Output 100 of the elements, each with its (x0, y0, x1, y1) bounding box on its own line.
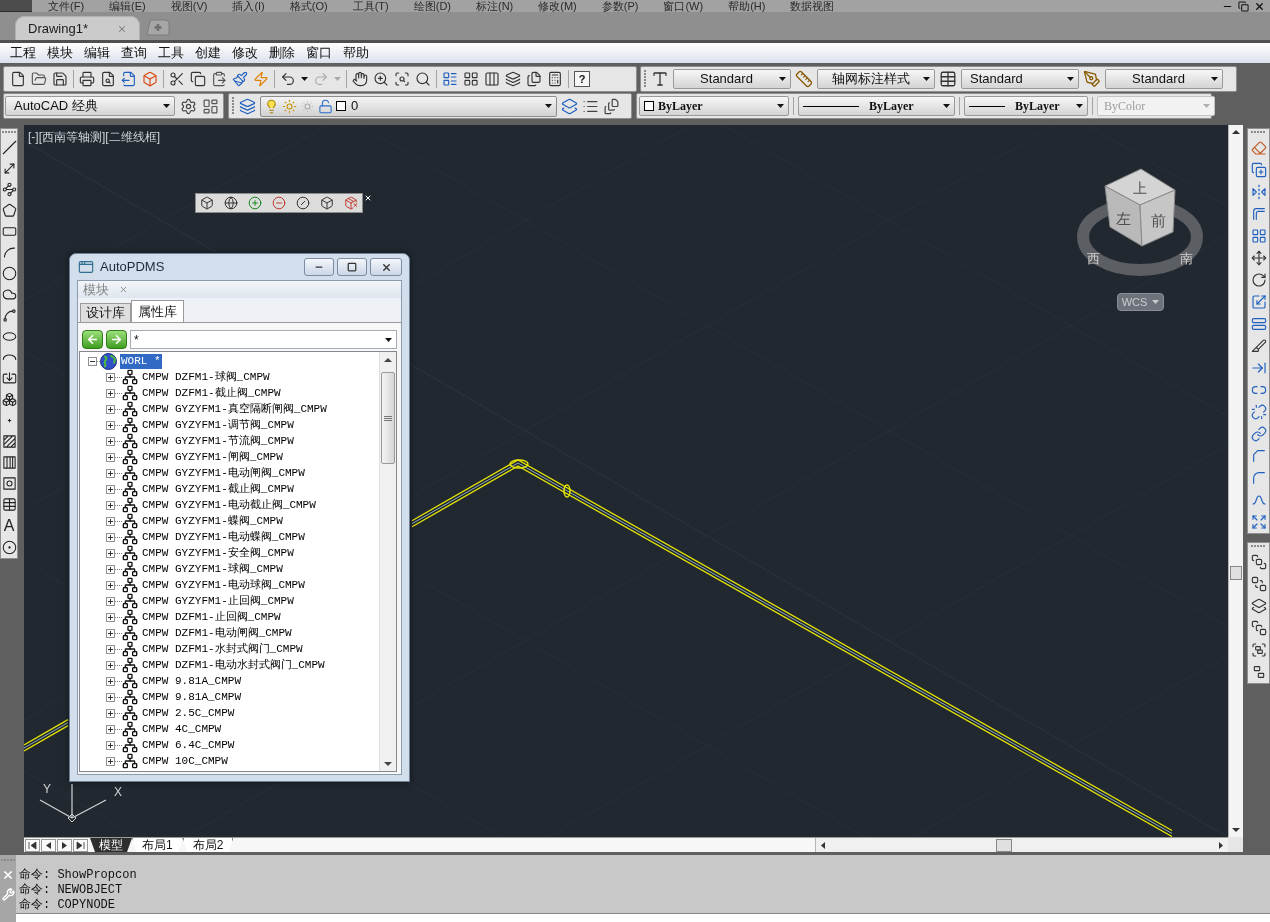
filter-dropdown[interactable]: * (130, 330, 397, 349)
tree-item[interactable]: CMPW DZFM1-截止阀_CMPW (141, 385, 282, 401)
tree-item[interactable]: CMPW DZFM1-球阀_CMPW (141, 369, 271, 385)
search-icon[interactable] (415, 71, 431, 87)
layers-icon[interactable] (1250, 598, 1267, 614)
close-icon[interactable] (1254, 0, 1265, 12)
menu-item[interactable]: 查询 (121, 45, 147, 61)
close-button[interactable] (370, 258, 402, 276)
tree-item[interactable]: CMPW GYZYFM1-闸阀_CMPW (141, 449, 284, 465)
expand-icon[interactable] (106, 372, 115, 382)
previous-layout-icon[interactable] (41, 838, 56, 852)
lineweight-dropdown[interactable]: ByLayer (964, 96, 1088, 116)
tree-item[interactable]: WORL * (120, 353, 162, 369)
collapse-icon[interactable] (88, 356, 97, 366)
cube-face-label[interactable]: 前 (1150, 211, 1166, 229)
printer-icon[interactable] (79, 71, 95, 87)
tree-item[interactable]: CMPW 9.81A_CMPW (141, 689, 243, 705)
expand-icon[interactable] (106, 756, 115, 766)
expand-icon[interactable] (106, 436, 115, 446)
menu-item[interactable]: 窗口(W) (663, 0, 704, 12)
list-layout-icon[interactable] (442, 71, 458, 87)
move-icon[interactable] (1250, 250, 1267, 266)
tree-item[interactable]: CMPW 6.4C_CMPW (141, 737, 236, 753)
grip-handle-icon[interactable] (644, 70, 647, 88)
tree-item[interactable]: CMPW 10C_CMPW (141, 753, 229, 769)
expand-icon[interactable] (106, 580, 115, 590)
cut-icon[interactable] (169, 71, 185, 87)
grid-icon[interactable] (463, 71, 479, 87)
help-button[interactable]: ? (574, 71, 590, 87)
ruler-icon[interactable] (795, 70, 813, 88)
last-layout-icon[interactable] (73, 838, 88, 852)
text-style-dropdown[interactable]: Standard (673, 69, 791, 89)
menu-item[interactable]: 数据视图 (790, 0, 835, 12)
scrollbar-thumb[interactable] (996, 838, 1012, 852)
expand-icon[interactable] (106, 644, 115, 654)
tree-item[interactable]: CMPW DZFM1-水封式阀门_CMPW (141, 641, 304, 657)
grip-handle-icon[interactable] (1251, 545, 1266, 548)
panel-title[interactable]: 模块 (83, 282, 109, 297)
expand-icon[interactable] (106, 548, 115, 558)
back-button[interactable] (82, 330, 103, 349)
document-tab[interactable]: Drawing1* (15, 16, 140, 40)
cube-icon[interactable] (142, 71, 158, 87)
restore-icon[interactable] (1238, 0, 1249, 12)
expand-icon[interactable] (106, 676, 115, 686)
diagonal-arrow-icon[interactable] (1, 161, 17, 176)
layers-icon[interactable] (561, 97, 578, 115)
tree-item[interactable]: CMPW 9.81A_CMPW (141, 673, 243, 689)
import-icon[interactable] (1, 371, 17, 386)
offset-icon[interactable] (1250, 206, 1267, 222)
menu-item[interactable]: 创建 (195, 45, 221, 61)
expand-icon[interactable] (106, 628, 115, 638)
print-preview-icon[interactable] (100, 71, 116, 87)
color-dropdown[interactable]: ByLayer (639, 96, 789, 116)
settings-icon[interactable] (180, 97, 197, 115)
menu-item[interactable]: 工具 (158, 45, 184, 61)
command-input-field[interactable] (16, 913, 1270, 922)
expand-icon[interactable] (106, 596, 115, 606)
globe-icon[interactable] (224, 196, 238, 210)
layers-icon[interactable] (505, 71, 521, 87)
rectangle-icon[interactable] (1, 224, 17, 239)
stacked-squares-icon[interactable] (1250, 620, 1267, 636)
stacked-files-icon[interactable] (526, 71, 542, 87)
hatch-icon[interactable] (1, 434, 17, 449)
scale-icon[interactable] (1250, 294, 1267, 310)
waypoints-icon[interactable] (1, 182, 17, 197)
cube-icon[interactable] (320, 196, 334, 210)
tree-item[interactable]: CMPW GYZYFM1-电动闸阀_CMPW (141, 465, 306, 481)
compass-label[interactable]: 南 (1179, 250, 1193, 266)
menu-item[interactable]: 文件(F) (48, 0, 85, 12)
pentagon-icon[interactable] (1, 203, 17, 218)
expand-icon[interactable] (106, 404, 115, 414)
grid-icon[interactable] (1250, 228, 1267, 244)
tab[interactable]: 属性库 (131, 300, 184, 322)
columns-icon[interactable] (484, 71, 500, 87)
expand-icon[interactable] (106, 516, 115, 526)
line-icon[interactable] (1, 140, 17, 155)
unlink-icon[interactable] (1250, 404, 1267, 420)
expand-icon[interactable] (106, 740, 115, 750)
file-export-icon[interactable] (121, 71, 137, 87)
table-icon[interactable] (1, 497, 17, 512)
tree-item[interactable]: CMPW DYZYFM1-电动蝶阀_CMPW (141, 529, 306, 545)
arrow-to-line-icon[interactable] (1250, 360, 1267, 376)
paintbrush-icon[interactable] (232, 71, 248, 87)
copy-plus-icon[interactable] (1250, 162, 1267, 178)
boxes-icon[interactable] (1, 392, 17, 407)
circle-dot-icon[interactable] (1, 540, 17, 555)
menu-item[interactable]: 修改(M) (538, 0, 577, 12)
rounded-corner-icon[interactable] (1250, 470, 1267, 486)
tree-item[interactable]: CMPW GYZYFM1-截止阀_CMPW (141, 481, 295, 497)
expand-icon[interactable] (106, 692, 115, 702)
arc-icon[interactable] (1, 245, 17, 260)
restore-button[interactable] (337, 258, 367, 276)
layout-tab[interactable]: 布局2 (182, 838, 234, 852)
expand-arrows-icon[interactable] (1250, 514, 1267, 530)
menu-item[interactable]: 编辑(E) (109, 0, 146, 12)
paste-icon[interactable] (211, 71, 227, 87)
cube-icon[interactable] (200, 196, 214, 210)
cube-face-label[interactable]: 左 (1115, 209, 1131, 227)
expand-icon[interactable] (106, 708, 115, 718)
table-style-dropdown[interactable]: Standard (961, 69, 1079, 89)
